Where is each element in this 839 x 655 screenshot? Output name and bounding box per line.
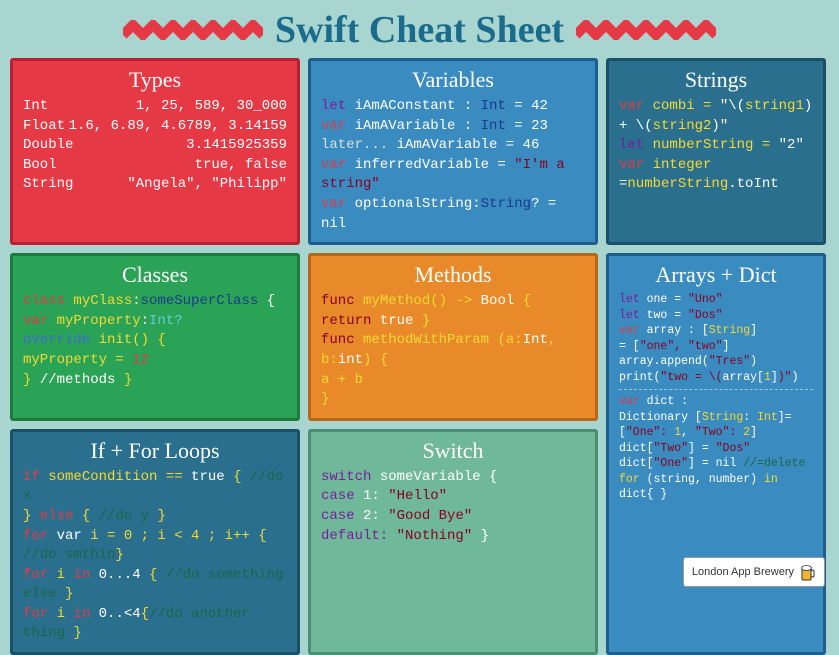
types-card: Types Int1, 25, 589, 30_000Float1.6, 6.8… xyxy=(10,58,300,245)
code-line: let numberString = "2" xyxy=(619,136,813,156)
switch-body: switch someVariable { case 1: "Hello" ca… xyxy=(321,468,585,546)
divider xyxy=(619,389,813,390)
types-body: Int1, 25, 589, 30_000Float1.6, 6.89, 4.6… xyxy=(23,97,287,195)
code-line: func myMethod() -> Bool { xyxy=(321,292,585,312)
code-line: dict["One"] = nil //=delete xyxy=(619,456,813,472)
brewery-badge: London App Brewery xyxy=(683,557,825,587)
code-line: if someCondition == true { //do x xyxy=(23,468,287,507)
code-line: } //methods } xyxy=(23,371,287,391)
code-line: String"Angela", "Philipp" xyxy=(23,175,287,195)
code-line: ["One": 1, "Two": 2] xyxy=(619,425,813,441)
code-line: override init() { xyxy=(23,331,287,351)
code-line: for i in 0...4 { //do something else } xyxy=(23,566,287,605)
strings-body: var combi = "\(string1)+ \(string2)"let … xyxy=(619,97,813,195)
code-line: Dictionary [String: Int]= xyxy=(619,410,813,426)
code-line: + \(string2)" xyxy=(619,117,813,137)
code-line: default: "Nothing" } xyxy=(321,527,585,547)
arrays-card: Arrays + Dict let one = "Uno"let two = "… xyxy=(606,253,826,655)
card-title: Methods xyxy=(321,262,585,288)
switch-card: Switch switch someVariable { case 1: "He… xyxy=(308,429,598,655)
code-line: let one = "Uno" xyxy=(619,292,813,308)
code-line: return true } xyxy=(321,312,585,332)
zigzag-right-icon xyxy=(576,20,716,40)
code-line: class myClass:someSuperClass { xyxy=(23,292,287,312)
code-line: array.append("Tres") xyxy=(619,354,813,370)
code-line: switch someVariable { xyxy=(321,468,585,488)
code-line: dict["Two"] = "Dos" xyxy=(619,441,813,457)
code-line: var inferredVariable = "I'm a string" xyxy=(321,156,585,195)
code-line: case 1: "Hello" xyxy=(321,487,585,507)
code-line: = ["one", "two"] xyxy=(619,339,813,355)
code-line: var iAmAVariable : Int = 23 xyxy=(321,117,585,137)
methods-card: Methods func myMethod() -> Bool { return… xyxy=(308,253,598,421)
card-title: Classes xyxy=(23,262,287,288)
arrays-section1: let one = "Uno"let two = "Dos"var array … xyxy=(619,292,813,385)
brewery-label: London App Brewery xyxy=(692,566,794,578)
code-line: func methodWithParam (a:Int, b:int) { xyxy=(321,331,585,370)
beer-icon xyxy=(800,562,816,582)
code-line: print("two = \(array[1])") xyxy=(619,370,813,386)
code-line: var integer xyxy=(619,156,813,176)
card-title: Strings xyxy=(619,67,813,93)
code-line: let iAmAConstant : Int = 42 xyxy=(321,97,585,117)
zigzag-left-icon xyxy=(123,20,263,40)
code-line: var array : [String] xyxy=(619,323,813,339)
code-line: later... iAmAVariable = 46 xyxy=(321,136,585,156)
code-line: var dict : xyxy=(619,394,813,410)
card-title: Switch xyxy=(321,438,585,464)
code-line: Booltrue, false xyxy=(23,156,287,176)
arrays-section2: var dict :Dictionary [String: Int]=["One… xyxy=(619,394,813,503)
code-line: =numberString.toInt xyxy=(619,175,813,195)
loops-body: if someCondition == true { //do x } else… xyxy=(23,468,287,644)
classes-card: Classes class myClass:someSuperClass { v… xyxy=(10,253,300,421)
variables-body: let iAmAConstant : Int = 42var iAmAVaria… xyxy=(321,97,585,234)
strings-card: Strings var combi = "\(string1)+ \(strin… xyxy=(606,58,826,245)
code-line: Double3.1415925359 xyxy=(23,136,287,156)
card-title: Variables xyxy=(321,67,585,93)
code-line: a + b xyxy=(321,371,585,391)
arrays-body: let one = "Uno"let two = "Dos"var array … xyxy=(619,292,813,503)
code-line: var combi = "\(string1) xyxy=(619,97,813,117)
card-title: Arrays + Dict xyxy=(619,262,813,288)
loops-card: If + For Loops if someCondition == true … xyxy=(10,429,300,655)
classes-body: class myClass:someSuperClass { var myPro… xyxy=(23,292,287,390)
methods-body: func myMethod() -> Bool { return true }f… xyxy=(321,292,585,410)
code-line: let two = "Dos" xyxy=(619,308,813,324)
variables-card: Variables let iAmAConstant : Int = 42var… xyxy=(308,58,598,245)
code-line: var optionalString:String? = nil xyxy=(321,195,585,234)
header: Swift Cheat Sheet xyxy=(10,8,829,52)
code-line: Int1, 25, 589, 30_000 xyxy=(23,97,287,117)
footer: London App Brewery xyxy=(683,557,825,587)
code-line: case 2: "Good Bye" xyxy=(321,507,585,527)
code-line: for (string, number) in dict{ } xyxy=(619,472,813,503)
code-line: Float1.6, 6.89, 4.6789, 3.14159 xyxy=(23,117,287,137)
code-line: } else { //do y } xyxy=(23,507,287,527)
code-line: for var i = 0 ; i < 4 ; i++ { //do smthi… xyxy=(23,527,287,566)
page-title: Swift Cheat Sheet xyxy=(275,8,564,52)
code-line: var myProperty:Int? xyxy=(23,312,287,332)
code-line: } xyxy=(321,390,585,410)
card-title: Types xyxy=(23,67,287,93)
card-title: If + For Loops xyxy=(23,438,287,464)
code-line: for i in 0..<4{//do another thing } xyxy=(23,605,287,644)
code-line: myProperty = 12 xyxy=(23,351,287,371)
